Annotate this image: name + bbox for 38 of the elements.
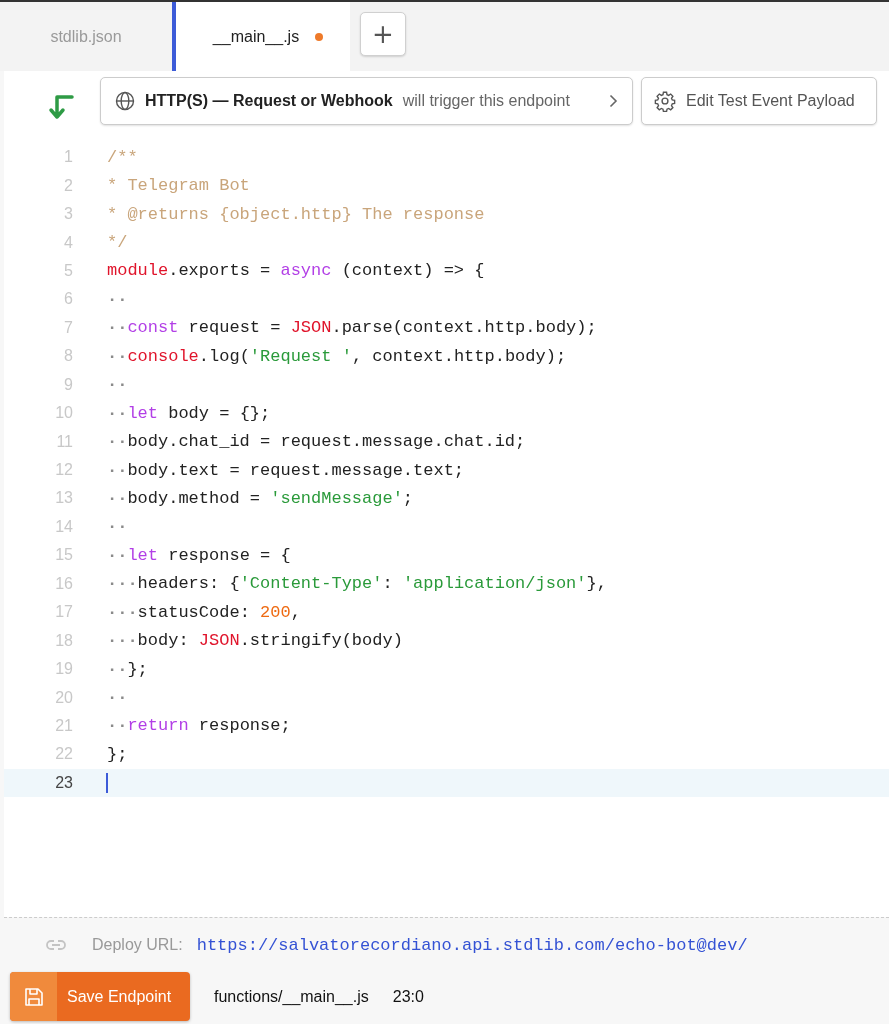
file-tab[interactable]: __main__.js [172,2,350,71]
code-line: ·· [107,375,128,395]
edit-payload-button[interactable]: Edit Test Event Payload [641,77,877,125]
text-cursor [106,772,108,793]
code-line: ··const request = JSON.parse(context.http.body); [107,318,597,338]
code-line: ··return response; [107,716,291,736]
link-icon [46,939,66,951]
code-line: ·· [107,688,128,708]
unsaved-dot [315,32,324,41]
code-line: * Telegram Bot [107,176,250,196]
trigger-selector[interactable]: HTTP(S) — Request or Webhook will trigger this endpoint [100,77,633,125]
cursor-position: 23:0 [392,987,424,1006]
code-line: ··console.log('Request ', context.http.body); [107,346,567,366]
deploy-url-link[interactable]: https://salvatorecordiano.api.stdlib.com/echo-bot@dev/ [196,935,748,955]
file-path: functions/__main__.js [214,987,369,1006]
code-line: ··body.method = 'sendMessage'; [107,488,414,508]
line-number: 23 [54,773,73,792]
code-line: ···body: JSON.stringify(body) [107,631,403,651]
code-line: ·· [107,517,128,537]
code-line: ···headers: {'Content-Type': 'application/json'}, [107,574,607,594]
deploy-url-label: Deploy URL: [92,936,183,954]
code-line: * @returns {object.http} The response [107,204,485,224]
code-line: ··let body = {}; [107,403,271,423]
code-line: ···statusCode: 200, [107,602,301,622]
code-line: ··let response = { [107,545,291,565]
code-line: /** [107,147,138,167]
turn-down-arrow-icon [48,93,74,121]
code-line: module.exports = async (context) => { [107,261,485,281]
add-tab-button[interactable]: + [360,11,406,56]
code-line: ··body.chat_id = request.message.chat.id; [107,432,526,452]
code-line: ··}; [107,659,148,679]
chevron-right-icon [609,94,618,108]
code-line: */ [107,233,128,253]
code-line: ·· [107,289,128,309]
code-line: ··body.text = request.message.text; [107,460,465,480]
settings-icon [654,90,676,112]
code-line: }; [107,744,128,764]
globe-icon [115,91,135,111]
